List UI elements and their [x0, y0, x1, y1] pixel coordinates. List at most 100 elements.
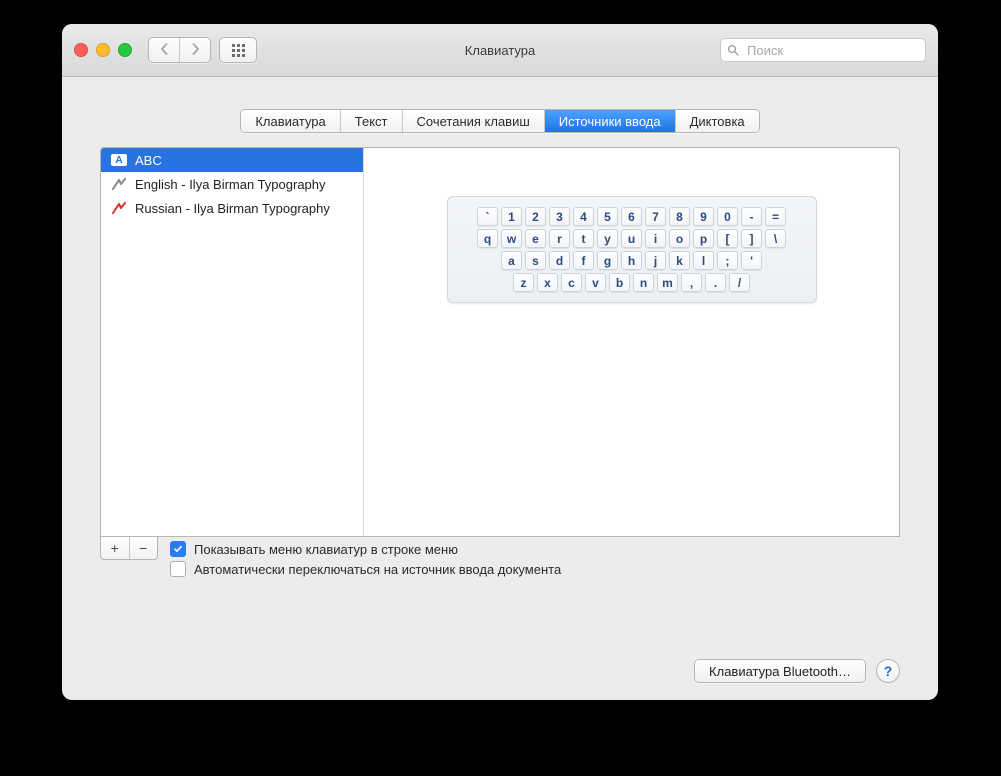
content: Клавиатура Текст Сочетания клавиш Источн…	[62, 77, 938, 700]
key: z	[513, 273, 534, 292]
key: 2	[525, 207, 546, 226]
key: j	[645, 251, 666, 270]
tab-text[interactable]: Текст	[340, 110, 402, 132]
key: '	[741, 251, 762, 270]
remove-source-button[interactable]: −	[129, 537, 158, 559]
birman-gray-icon	[111, 178, 127, 190]
key: ;	[717, 251, 738, 270]
key: 9	[693, 207, 714, 226]
key: e	[525, 229, 546, 248]
source-row-english-birman[interactable]: English - Ilya Birman Typography	[101, 172, 363, 196]
tabs: Клавиатура Текст Сочетания клавиш Источн…	[240, 109, 759, 133]
help-button[interactable]: ?	[876, 659, 900, 683]
key: r	[549, 229, 570, 248]
key: ,	[681, 273, 702, 292]
bluetooth-keyboard-button[interactable]: Клавиатура Bluetooth…	[694, 659, 866, 683]
toolbar-nav	[148, 37, 257, 63]
key: 6	[621, 207, 642, 226]
key: v	[585, 273, 606, 292]
tab-shortcuts[interactable]: Сочетания клавиш	[402, 110, 544, 132]
key: 5	[597, 207, 618, 226]
key: s	[525, 251, 546, 270]
key: -	[741, 207, 762, 226]
key: [	[717, 229, 738, 248]
tab-input-sources[interactable]: Источники ввода	[544, 110, 675, 132]
close-window-button[interactable]	[74, 43, 88, 57]
key-row-0: ` 1 2 3 4 5 6 7 8 9 0 - =	[456, 207, 808, 226]
input-sources-pane: A ABC English - Ilya Birman Typography	[100, 147, 900, 537]
chevron-right-icon	[191, 43, 200, 57]
sources-list[interactable]: A ABC English - Ilya Birman Typography	[101, 148, 363, 536]
add-source-button[interactable]: +	[101, 537, 129, 559]
abc-flag-icon: A	[111, 154, 127, 166]
key: 0	[717, 207, 738, 226]
key: k	[669, 251, 690, 270]
zoom-window-button[interactable]	[118, 43, 132, 57]
key: n	[633, 273, 654, 292]
key: 1	[501, 207, 522, 226]
option-auto-switch[interactable]: Автоматически переключаться на источник …	[170, 561, 561, 577]
key: i	[645, 229, 666, 248]
tab-keyboard[interactable]: Клавиатура	[241, 110, 339, 132]
key: w	[501, 229, 522, 248]
grid-icon	[232, 44, 245, 57]
nav-back-button[interactable]	[149, 38, 179, 62]
key: y	[597, 229, 618, 248]
key-row-1: q w e r t y u i o p [ ] \	[456, 229, 808, 248]
key: `	[477, 207, 498, 226]
key: .	[705, 273, 726, 292]
checkbox-auto-switch[interactable]	[170, 561, 186, 577]
key: d	[549, 251, 570, 270]
options: Показывать меню клавиатур в строке меню …	[170, 541, 561, 581]
key: o	[669, 229, 690, 248]
key-row-2: a s d f g h j k l ; '	[456, 251, 808, 270]
below-pane: + − Показывать меню клавиатур в строке м…	[100, 537, 900, 581]
key: b	[609, 273, 630, 292]
traffic-lights	[74, 43, 132, 57]
key: /	[729, 273, 750, 292]
option-label: Показывать меню клавиатур в строке меню	[194, 542, 458, 557]
key: h	[621, 251, 642, 270]
key: 7	[645, 207, 666, 226]
key: 3	[549, 207, 570, 226]
preferences-window: Клавиатура Клавиатура Текст Сочетания кл…	[62, 24, 938, 700]
sources-list-pane: A ABC English - Ilya Birman Typography	[101, 148, 364, 536]
search-field[interactable]	[720, 38, 926, 62]
key: m	[657, 273, 678, 292]
nav-back-forward	[148, 37, 211, 63]
keyboard-preview-pane: ` 1 2 3 4 5 6 7 8 9 0 - =	[364, 148, 899, 536]
tab-dictation[interactable]: Диктовка	[675, 110, 759, 132]
footer: Клавиатура Bluetooth… ?	[100, 637, 900, 683]
checkmark-icon	[173, 544, 183, 554]
key: l	[693, 251, 714, 270]
checkbox-show-input-menu[interactable]	[170, 541, 186, 557]
source-row-abc[interactable]: A ABC	[101, 148, 363, 172]
search-input[interactable]	[745, 42, 919, 59]
chevron-left-icon	[160, 43, 169, 57]
key: 8	[669, 207, 690, 226]
search-icon	[727, 44, 739, 56]
key: p	[693, 229, 714, 248]
key: t	[573, 229, 594, 248]
key: c	[561, 273, 582, 292]
key: u	[621, 229, 642, 248]
source-label: Russian - Ilya Birman Typography	[135, 201, 330, 216]
key: a	[501, 251, 522, 270]
source-label: English - Ilya Birman Typography	[135, 177, 326, 192]
key: ]	[741, 229, 762, 248]
nav-forward-button[interactable]	[179, 38, 210, 62]
keyboard-preview: ` 1 2 3 4 5 6 7 8 9 0 - =	[447, 196, 817, 303]
birman-red-icon	[111, 202, 127, 214]
key: \	[765, 229, 786, 248]
key-row-3: z x c v b n m , . /	[456, 273, 808, 292]
show-all-button[interactable]	[219, 37, 257, 63]
key: q	[477, 229, 498, 248]
minimize-window-button[interactable]	[96, 43, 110, 57]
source-label: ABC	[135, 153, 162, 168]
source-row-russian-birman[interactable]: Russian - Ilya Birman Typography	[101, 196, 363, 220]
option-show-input-menu[interactable]: Показывать меню клавиатур в строке меню	[170, 541, 561, 557]
key: =	[765, 207, 786, 226]
key: x	[537, 273, 558, 292]
titlebar	[62, 24, 938, 77]
option-label: Автоматически переключаться на источник …	[194, 562, 561, 577]
